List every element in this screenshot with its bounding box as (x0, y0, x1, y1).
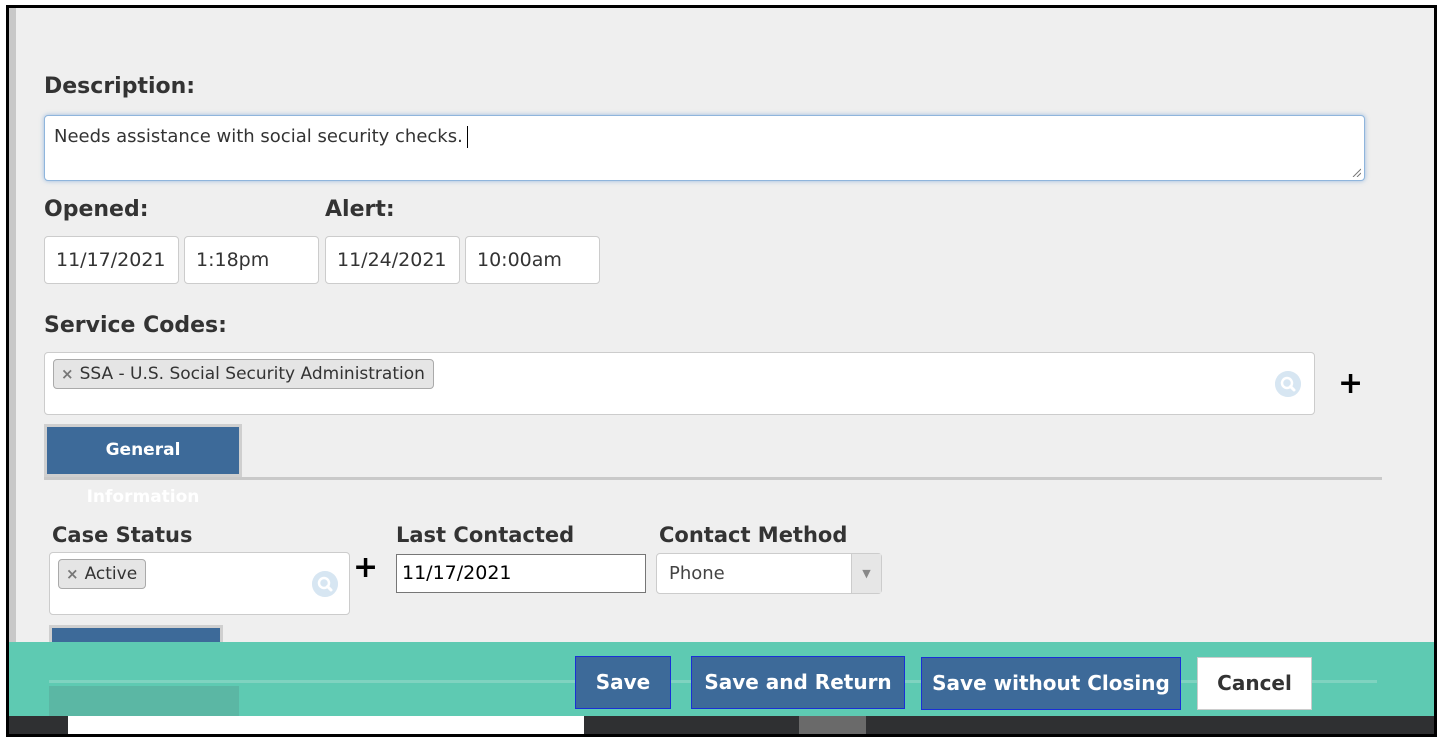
footer-dark-strip (9, 716, 1434, 734)
opened-label: Opened: (44, 197, 149, 222)
contact-method-label: Contact Method (659, 523, 848, 547)
case-status-chip: × Active (58, 559, 147, 589)
hidden-field-remnant (799, 716, 866, 734)
last-contacted-input[interactable]: 11/17/2021 (396, 554, 646, 593)
case-status-chip-label: Active (84, 564, 138, 584)
save-button[interactable]: Save (575, 656, 671, 709)
tab-general-information[interactable]: General Information (44, 424, 242, 507)
case-edit-panel: Description: Needs assistance with socia… (6, 5, 1437, 737)
save-without-closing-button[interactable]: Save without Closing (921, 657, 1181, 710)
add-service-code-icon[interactable]: + (1338, 369, 1363, 399)
case-status-label: Case Status (52, 523, 193, 547)
opened-date-input[interactable]: 11/17/2021 (44, 236, 179, 284)
remove-chip-icon[interactable]: × (61, 365, 74, 383)
hidden-field-remnant (68, 716, 584, 734)
footer-tab-shadow (49, 686, 239, 716)
save-and-return-button[interactable]: Save and Return (691, 656, 905, 709)
contact-method-value: Phone (669, 563, 725, 584)
text-caret (466, 126, 468, 148)
alert-label: Alert: (325, 197, 395, 222)
service-code-chip-label: SSA - U.S. Social Security Administratio… (79, 364, 425, 384)
opened-time-input[interactable]: 1:18pm (184, 236, 319, 284)
add-case-status-icon[interactable]: + (353, 553, 378, 583)
service-codes-label: Service Codes: (44, 313, 227, 338)
search-icon[interactable] (312, 571, 338, 597)
description-label: Description: (44, 74, 196, 99)
search-icon[interactable] (1275, 371, 1301, 397)
service-code-chip: × SSA - U.S. Social Security Administrati… (53, 359, 434, 389)
service-codes-field[interactable]: × SSA - U.S. Social Security Administrati… (44, 352, 1315, 415)
last-contacted-label: Last Contacted (396, 523, 575, 547)
cancel-button[interactable]: Cancel (1197, 657, 1312, 710)
alert-time-input[interactable]: 10:00am (465, 236, 600, 284)
description-text: Needs assistance with social security ch… (54, 126, 463, 147)
description-textarea[interactable]: Needs assistance with social security ch… (44, 115, 1365, 181)
remove-chip-icon[interactable]: × (66, 565, 79, 583)
chevron-down-icon[interactable]: ▼ (851, 554, 881, 593)
contact-method-select[interactable]: Phone ▼ (656, 553, 882, 594)
case-status-field[interactable]: × Active (49, 552, 350, 615)
resize-handle-icon[interactable] (1351, 167, 1361, 177)
alert-date-input[interactable]: 11/24/2021 (325, 236, 460, 284)
left-scroll-strip (9, 8, 16, 734)
tab-divider (44, 477, 1382, 480)
